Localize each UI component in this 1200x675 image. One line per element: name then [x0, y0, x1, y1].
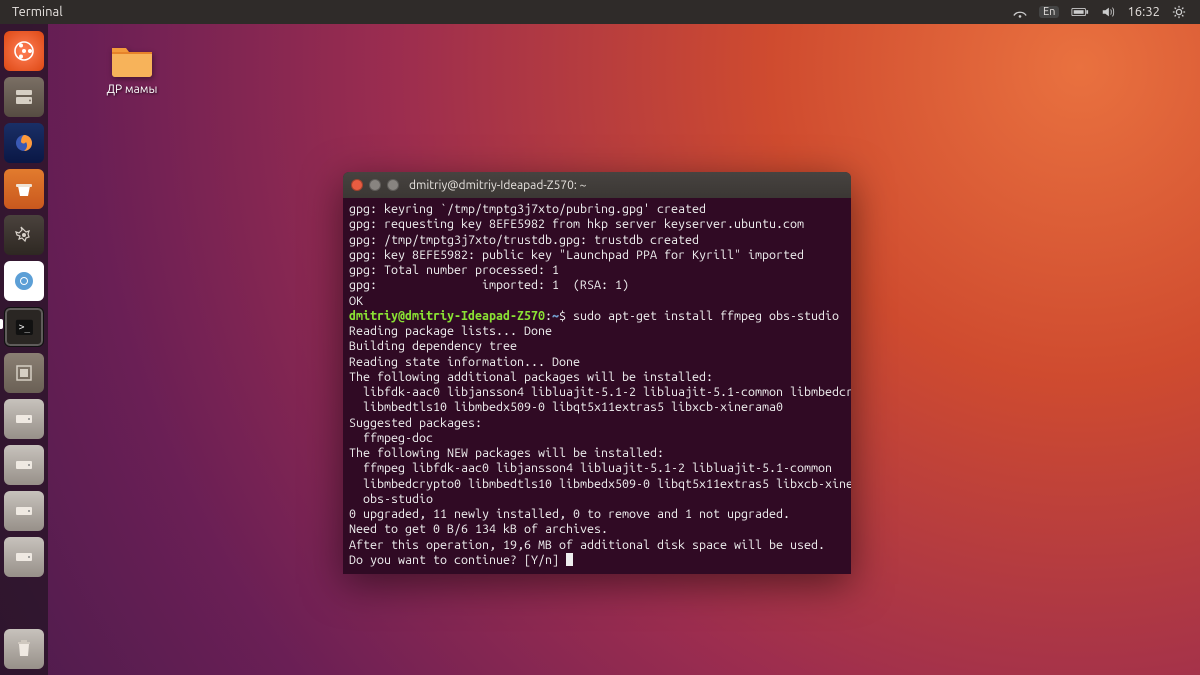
- clock[interactable]: 16:32: [1127, 5, 1160, 19]
- launcher-settings[interactable]: [4, 215, 44, 255]
- launcher-drive-1[interactable]: [4, 399, 44, 439]
- top-menu-bar: Terminal En 16:32: [0, 0, 1200, 24]
- svg-text:>_: >_: [18, 322, 30, 333]
- terminal-output[interactable]: gpg: keyring `/tmp/tmptg3j7xto/pubring.g…: [343, 198, 851, 574]
- terminal-title: dmitriy@dmitriy-Ideapad-Z570: ~: [409, 179, 586, 192]
- launcher-terminal[interactable]: >_: [4, 307, 44, 347]
- active-app-label[interactable]: Terminal: [12, 5, 63, 19]
- launcher-drive-2[interactable]: [4, 445, 44, 485]
- keyboard-lang-indicator[interactable]: En: [1039, 6, 1059, 18]
- desktop-folder-label: ДР мамы: [90, 83, 174, 96]
- launcher-software-center[interactable]: [4, 169, 44, 209]
- gear-icon[interactable]: [1172, 5, 1186, 19]
- battery-icon[interactable]: [1071, 6, 1089, 18]
- launcher-dash[interactable]: [4, 31, 44, 71]
- volume-icon[interactable]: [1101, 5, 1115, 19]
- launcher-files[interactable]: [4, 77, 44, 117]
- window-maximize-button[interactable]: [387, 179, 399, 191]
- launcher-chromium[interactable]: [4, 261, 44, 301]
- launcher-running-pip: [0, 319, 3, 329]
- terminal-titlebar[interactable]: dmitriy@dmitriy-Ideapad-Z570: ~: [343, 172, 851, 198]
- desktop-folder[interactable]: ДР мамы: [90, 40, 174, 96]
- launcher-device-manager[interactable]: [4, 353, 44, 393]
- launcher-drive-3[interactable]: [4, 491, 44, 531]
- network-icon[interactable]: [1013, 5, 1027, 19]
- launcher-firefox[interactable]: [4, 123, 44, 163]
- launcher-drive-4[interactable]: [4, 537, 44, 577]
- unity-launcher: >_: [0, 24, 48, 675]
- window-minimize-button[interactable]: [369, 179, 381, 191]
- window-close-button[interactable]: [351, 179, 363, 191]
- terminal-window[interactable]: dmitriy@dmitriy-Ideapad-Z570: ~ gpg: key…: [343, 172, 851, 574]
- terminal-cursor: [566, 553, 573, 566]
- launcher-trash[interactable]: [4, 629, 44, 669]
